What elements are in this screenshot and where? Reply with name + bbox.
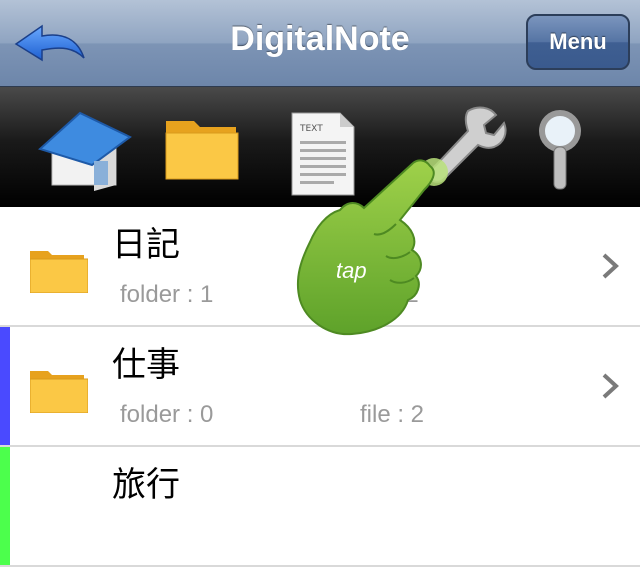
magnifier-icon [539, 110, 581, 190]
list-item[interactable]: 仕事 folder : 0 file : 2 [0, 327, 640, 447]
item-name: 旅行 [112, 465, 180, 505]
folder-count: folder : 1 [120, 281, 214, 308]
folder-button[interactable] [160, 97, 260, 197]
folder-icon [30, 371, 88, 413]
tap-label: tap [336, 258, 367, 283]
list-item[interactable]: 旅行 [0, 447, 640, 567]
item-name: 仕事 [112, 345, 180, 385]
folder-icon [30, 251, 88, 293]
color-stripe [0, 447, 10, 565]
file-count: file : 2 [360, 401, 425, 428]
menu-button[interactable]: Menu [526, 14, 630, 70]
color-stripe [0, 327, 10, 445]
back-button[interactable] [12, 18, 90, 68]
app-title: DigitalNote [230, 20, 410, 58]
folder-icon [165, 121, 239, 180]
home-button[interactable] [34, 97, 134, 197]
tap-hand-icon [296, 158, 448, 336]
color-stripe [0, 207, 10, 325]
chevron-right-icon [602, 253, 619, 279]
back-arrow-icon [14, 24, 85, 62]
home-icon [38, 111, 132, 191]
search-button[interactable] [530, 97, 630, 197]
navigation-bar: DigitalNote Menu [0, 0, 640, 87]
item-name: 日記 [112, 225, 180, 265]
folder-count: folder : 0 [120, 401, 214, 428]
chevron-right-icon [602, 373, 619, 399]
svg-text:TEXT: TEXT [299, 124, 323, 134]
